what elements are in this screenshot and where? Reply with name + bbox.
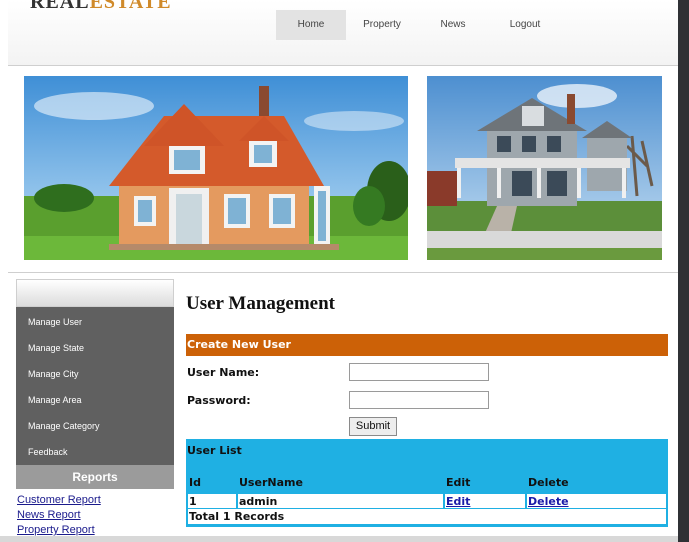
password-input[interactable] <box>349 391 489 409</box>
sidebar-item-manage-category[interactable]: Manage Category <box>16 413 174 439</box>
sidebar-item-manage-city[interactable]: Manage City <box>16 361 174 387</box>
column-header-username: UserName <box>239 476 303 489</box>
page-bottom-bar <box>0 536 678 542</box>
nav-home[interactable]: Home <box>276 10 346 40</box>
table-row: 1 admin Edit Delete <box>188 494 666 508</box>
main-content: User Management Create New User User Nam… <box>186 290 668 527</box>
create-user-heading: Create New User <box>186 334 668 356</box>
total-records: Total 1 Records <box>188 509 666 524</box>
user-list-title: User List <box>187 444 242 457</box>
column-header-id: Id <box>189 476 201 489</box>
banner-house-grey <box>427 76 662 260</box>
user-list-panel: User List Id UserName Edit Delete 1 admi… <box>186 439 668 527</box>
sidebar-item-feedback[interactable]: Feedback <box>16 439 174 465</box>
admin-sidebar: Manage User Manage State Manage City Man… <box>16 279 174 538</box>
username-label: User Name: <box>187 366 260 379</box>
sidebar-header <box>16 279 174 307</box>
user-list-table: Id UserName Edit Delete 1 admin Edit Del… <box>186 463 668 510</box>
window-frame-edge <box>678 0 689 542</box>
table-header-row: Id UserName Edit Delete <box>188 465 666 492</box>
password-label: Password: <box>187 394 251 407</box>
site-logo: REALESTATE <box>30 0 230 9</box>
nav-news[interactable]: News <box>418 10 488 40</box>
main-nav: Home Property News Logout <box>276 10 562 40</box>
cell-edit: Edit <box>445 494 525 508</box>
report-link-customer[interactable]: Customer Report <box>16 493 174 508</box>
delete-link[interactable]: Delete <box>528 495 569 508</box>
sidebar-menu: Manage User Manage State Manage City Man… <box>16 307 174 465</box>
sidebar-item-manage-user[interactable]: Manage User <box>16 309 174 335</box>
content-divider <box>8 272 678 273</box>
reports-heading: Reports <box>16 465 174 489</box>
nav-logout[interactable]: Logout <box>488 10 562 40</box>
page-title: User Management <box>186 293 335 314</box>
column-header-delete: Delete <box>528 476 569 489</box>
cell-username: admin <box>238 494 443 508</box>
nav-property[interactable]: Property <box>346 10 418 40</box>
cell-id: 1 <box>188 494 236 508</box>
banner-house-orange <box>24 76 408 260</box>
report-link-news[interactable]: News Report <box>16 508 174 523</box>
sidebar-item-manage-area[interactable]: Manage Area <box>16 387 174 413</box>
cell-delete: Delete <box>527 494 666 508</box>
username-input[interactable] <box>349 363 489 381</box>
edit-link[interactable]: Edit <box>446 495 470 508</box>
sidebar-item-manage-state[interactable]: Manage State <box>16 335 174 361</box>
column-header-edit: Edit <box>446 476 471 489</box>
submit-button[interactable]: Submit <box>349 417 397 436</box>
